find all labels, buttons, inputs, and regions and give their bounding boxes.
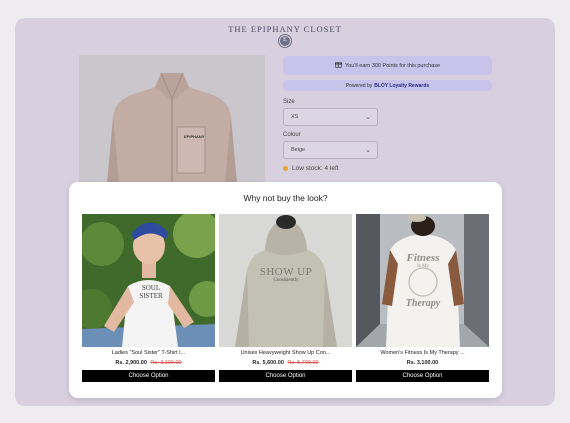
- gift-icon: [334, 61, 342, 70]
- colour-select[interactable]: Beige ⌄: [283, 141, 378, 159]
- size-select[interactable]: XS ⌄: [283, 108, 378, 126]
- shirt-print-line: SISTER: [139, 292, 163, 300]
- powered-prefix: Powered by: [345, 82, 373, 89]
- choose-option-button[interactable]: Choose Option: [356, 370, 489, 382]
- price-current: Rs. 3,100.00: [406, 360, 439, 366]
- loyalty-earn-text: You'll earn 300 Points for this purchase: [344, 62, 441, 69]
- shirt-print-line: SOUL: [141, 284, 161, 292]
- store-logo[interactable]: THE EPIPHANY CLOSET: [15, 24, 555, 34]
- product-card-price: Rs. 2,900.00 Rs. 3,100.00: [82, 360, 215, 366]
- product-card-name[interactable]: Women's Fitness Is My Therapy ...: [356, 350, 489, 356]
- tee-print-line: Fitness: [406, 252, 440, 264]
- product-card-image[interactable]: SHOW UP Consistently: [219, 214, 352, 347]
- product-card-image[interactable]: Fitness Is My Therapy: [356, 214, 489, 347]
- loyalty-points-banner: You'll earn 300 Points for this purchase: [283, 56, 492, 75]
- modal-title: Why not buy the look?: [243, 193, 328, 203]
- product-card: SHOW UP Consistently Unisex Heavyweight …: [219, 214, 352, 382]
- product-card: Fitness Is My Therapy Women's Fitness Is…: [356, 214, 489, 382]
- product-card-image[interactable]: SOUL SISTER: [82, 214, 215, 347]
- stock-dot-icon: [283, 166, 288, 171]
- logo-badge-icon: E: [279, 35, 291, 47]
- product-card-price: Rs. 5,600.00 Rs. 5,700.00: [219, 360, 352, 366]
- choose-option-button[interactable]: Choose Option: [219, 370, 352, 382]
- price-current: Rs. 2,900.00: [115, 360, 147, 366]
- price-current: Rs. 5,600.00: [252, 360, 284, 366]
- product-card-name[interactable]: Unisex Heavyweight Show Up Con...: [219, 350, 352, 356]
- stock-text: Low stock: 4 left: [292, 165, 339, 172]
- size-value: XS: [291, 114, 299, 120]
- tee-print-line: My: [421, 264, 429, 269]
- chevron-down-icon: ⌄: [365, 147, 371, 154]
- powered-by-banner[interactable]: Powered by BLOY Loyalty Rewards: [283, 80, 492, 91]
- hoodie-print-line: SHOW UP: [259, 266, 313, 278]
- jacket-label: EPIPHANY: [184, 134, 205, 139]
- product-card-price: Rs. 3,100.00: [356, 360, 489, 366]
- product-card-name[interactable]: Ladies "Soul Sister" T-Shirt I...: [82, 350, 215, 356]
- choose-option-button[interactable]: Choose Option: [82, 370, 215, 382]
- tee-print-line: Is: [417, 264, 421, 269]
- price-original: Rs. 5,700.00: [287, 360, 319, 366]
- colour-label: Colour: [283, 132, 301, 138]
- price-original: Rs. 3,100.00: [150, 360, 182, 366]
- chevron-down-icon: ⌄: [365, 114, 371, 121]
- tee-print-line: Therapy: [405, 298, 441, 309]
- buy-the-look-modal: Why not buy the look? SOUL SISTER Ladies…: [69, 182, 502, 398]
- powered-brand: BLOY Loyalty Rewards: [374, 82, 430, 89]
- stock-status: Low stock: 4 left: [283, 165, 339, 172]
- product-card: SOUL SISTER Ladies "Soul Sister" T-Shirt…: [82, 214, 215, 382]
- hoodie-print-line: Consistently: [273, 278, 299, 283]
- size-label: Size: [283, 99, 295, 105]
- colour-value: Beige: [291, 147, 306, 153]
